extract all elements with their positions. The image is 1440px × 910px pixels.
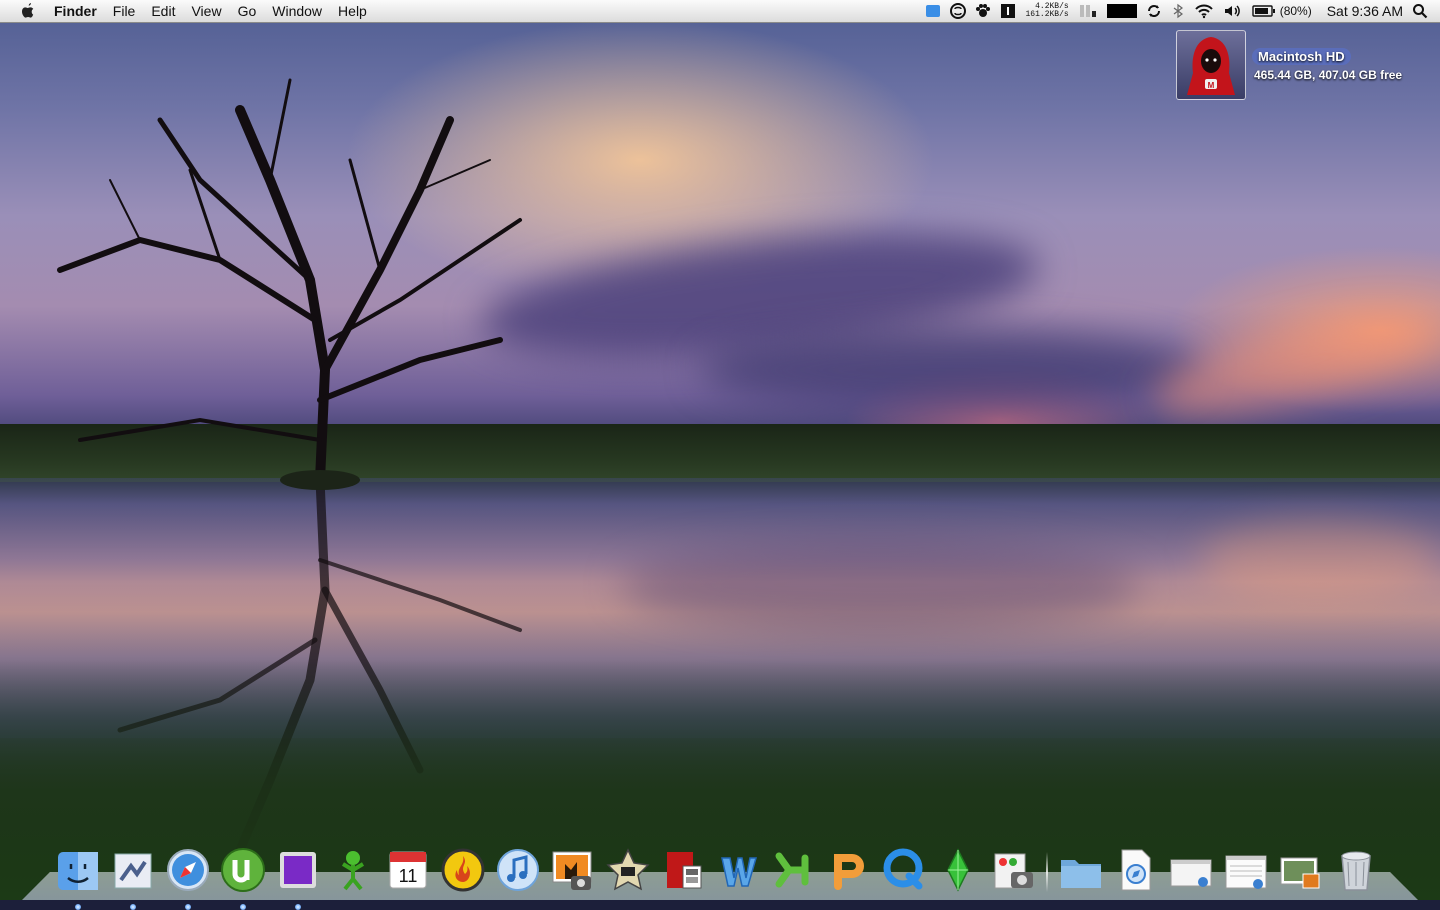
svg-text:M: M <box>1208 81 1215 90</box>
dock-item-sims[interactable] <box>932 842 984 898</box>
growl-paw-icon[interactable] <box>975 0 991 22</box>
spotlight-icon[interactable] <box>1412 0 1428 22</box>
mail-icon <box>114 853 152 889</box>
svg-text:11: 11 <box>399 866 418 886</box>
drive-capacity-label: 465.44 GB, 407.04 GB free <box>1254 68 1403 82</box>
adium-icon <box>341 851 365 891</box>
bluetooth-icon[interactable] <box>1171 0 1185 22</box>
image-capture-icon <box>994 853 1033 889</box>
dock-item-powerpoint[interactable] <box>822 842 874 898</box>
blue-flag-icon[interactable] <box>925 0 941 22</box>
dock-item-picture-stack[interactable] <box>1275 842 1327 898</box>
battery-status[interactable]: (80%) <box>1252 0 1312 22</box>
menu-window[interactable]: Window <box>264 3 330 19</box>
utorrent-icon <box>221 848 265 892</box>
ical-icon: 11 <box>389 851 427 889</box>
word-icon <box>721 857 757 887</box>
dock-item-word[interactable] <box>712 842 764 898</box>
folder-icon <box>1061 860 1101 888</box>
dock-item-burn[interactable] <box>437 842 489 898</box>
dock-item-quicktime[interactable] <box>877 842 929 898</box>
dock-item-safari[interactable] <box>162 842 214 910</box>
memory-meter-icon[interactable] <box>1078 0 1098 22</box>
excel-icon <box>775 852 809 888</box>
calendar-day-icon[interactable] <box>1000 0 1016 22</box>
cpu-graph-icon[interactable] <box>1106 0 1137 22</box>
menu-app-name[interactable]: Finder <box>46 3 105 19</box>
iphoto-icon <box>552 851 592 890</box>
skype-icon[interactable] <box>950 0 967 22</box>
dock-item-photo-booth[interactable] <box>657 842 709 898</box>
dock-item-document[interactable] <box>1110 842 1162 898</box>
quicktime-icon <box>883 848 923 890</box>
desktop-wallpaper <box>0 0 1440 900</box>
dock-separator <box>1042 846 1052 898</box>
dock-item-square-app[interactable] <box>272 842 324 910</box>
running-indicator <box>130 904 136 910</box>
running-indicator <box>295 904 301 910</box>
dock-item-finder[interactable] <box>52 842 104 910</box>
menu-file[interactable]: File <box>105 3 144 19</box>
dock-item-utorrent[interactable] <box>217 842 269 910</box>
wifi-icon[interactable] <box>1194 0 1214 22</box>
sync-icon[interactable] <box>1146 0 1162 22</box>
dock-item-iphoto[interactable] <box>547 842 599 898</box>
dock-item-mail[interactable] <box>107 842 159 910</box>
dock-item-image-capture[interactable] <box>987 842 1039 898</box>
running-indicator <box>240 904 246 910</box>
burn-icon <box>441 848 485 892</box>
apple-icon <box>22 3 34 18</box>
battery-percentage: (80%) <box>1279 4 1312 18</box>
hooded-figure-drive-icon[interactable]: M <box>1176 30 1246 100</box>
apple-menu[interactable] <box>18 1 38 21</box>
net-download-speed: 161.2KB/s <box>1025 10 1069 19</box>
dock-item-ical[interactable]: 11 <box>382 842 434 898</box>
sims-icon <box>947 848 969 892</box>
network-speed-monitor[interactable]: 4.2KB/s 161.2KB/s <box>1025 0 1068 22</box>
trash-icon <box>1341 851 1371 891</box>
dock-item-adium[interactable] <box>327 842 379 898</box>
dock: 11 <box>52 828 1392 910</box>
dock-item-trash[interactable] <box>1330 842 1382 898</box>
running-indicator <box>185 904 191 910</box>
macintosh-hd-drive[interactable]: M Macintosh HD 465.44 GB, 407.04 GB free <box>1176 30 1402 100</box>
dock-item-window-stack-2[interactable] <box>1220 842 1272 898</box>
picture-stack-icon <box>1280 857 1320 889</box>
menu-help[interactable]: Help <box>330 3 375 19</box>
powerpoint-icon <box>834 854 864 890</box>
menubar-clock[interactable]: Sat 9:36 AM <box>1327 3 1403 19</box>
photo-booth-icon <box>667 852 702 889</box>
safari-icon <box>167 849 209 891</box>
menu-view[interactable]: View <box>183 3 229 19</box>
menu-go[interactable]: Go <box>230 3 265 19</box>
battery-icon <box>1252 5 1275 17</box>
running-indicator <box>75 904 81 910</box>
dock-item-window-stack[interactable] <box>1165 842 1217 898</box>
window-stack-icon <box>1170 859 1212 887</box>
document-icon <box>1121 849 1151 891</box>
volume-icon[interactable] <box>1223 0 1243 22</box>
dock-item-itunes[interactable] <box>492 842 544 898</box>
imovie-icon <box>606 848 650 891</box>
dock-item-imovie[interactable] <box>602 842 654 898</box>
window-stack-2-icon <box>1225 855 1267 889</box>
dock-item-excel[interactable] <box>767 842 819 898</box>
dock-item-folder[interactable] <box>1055 842 1107 898</box>
drive-name-label: Macintosh HD <box>1252 48 1351 65</box>
finder-icon <box>58 852 98 890</box>
square-app-icon <box>280 852 316 888</box>
menu-edit[interactable]: Edit <box>143 3 183 19</box>
menu-bar: Finder File Edit View Go Window Help 4.2… <box>0 0 1440 23</box>
itunes-icon <box>497 849 539 891</box>
